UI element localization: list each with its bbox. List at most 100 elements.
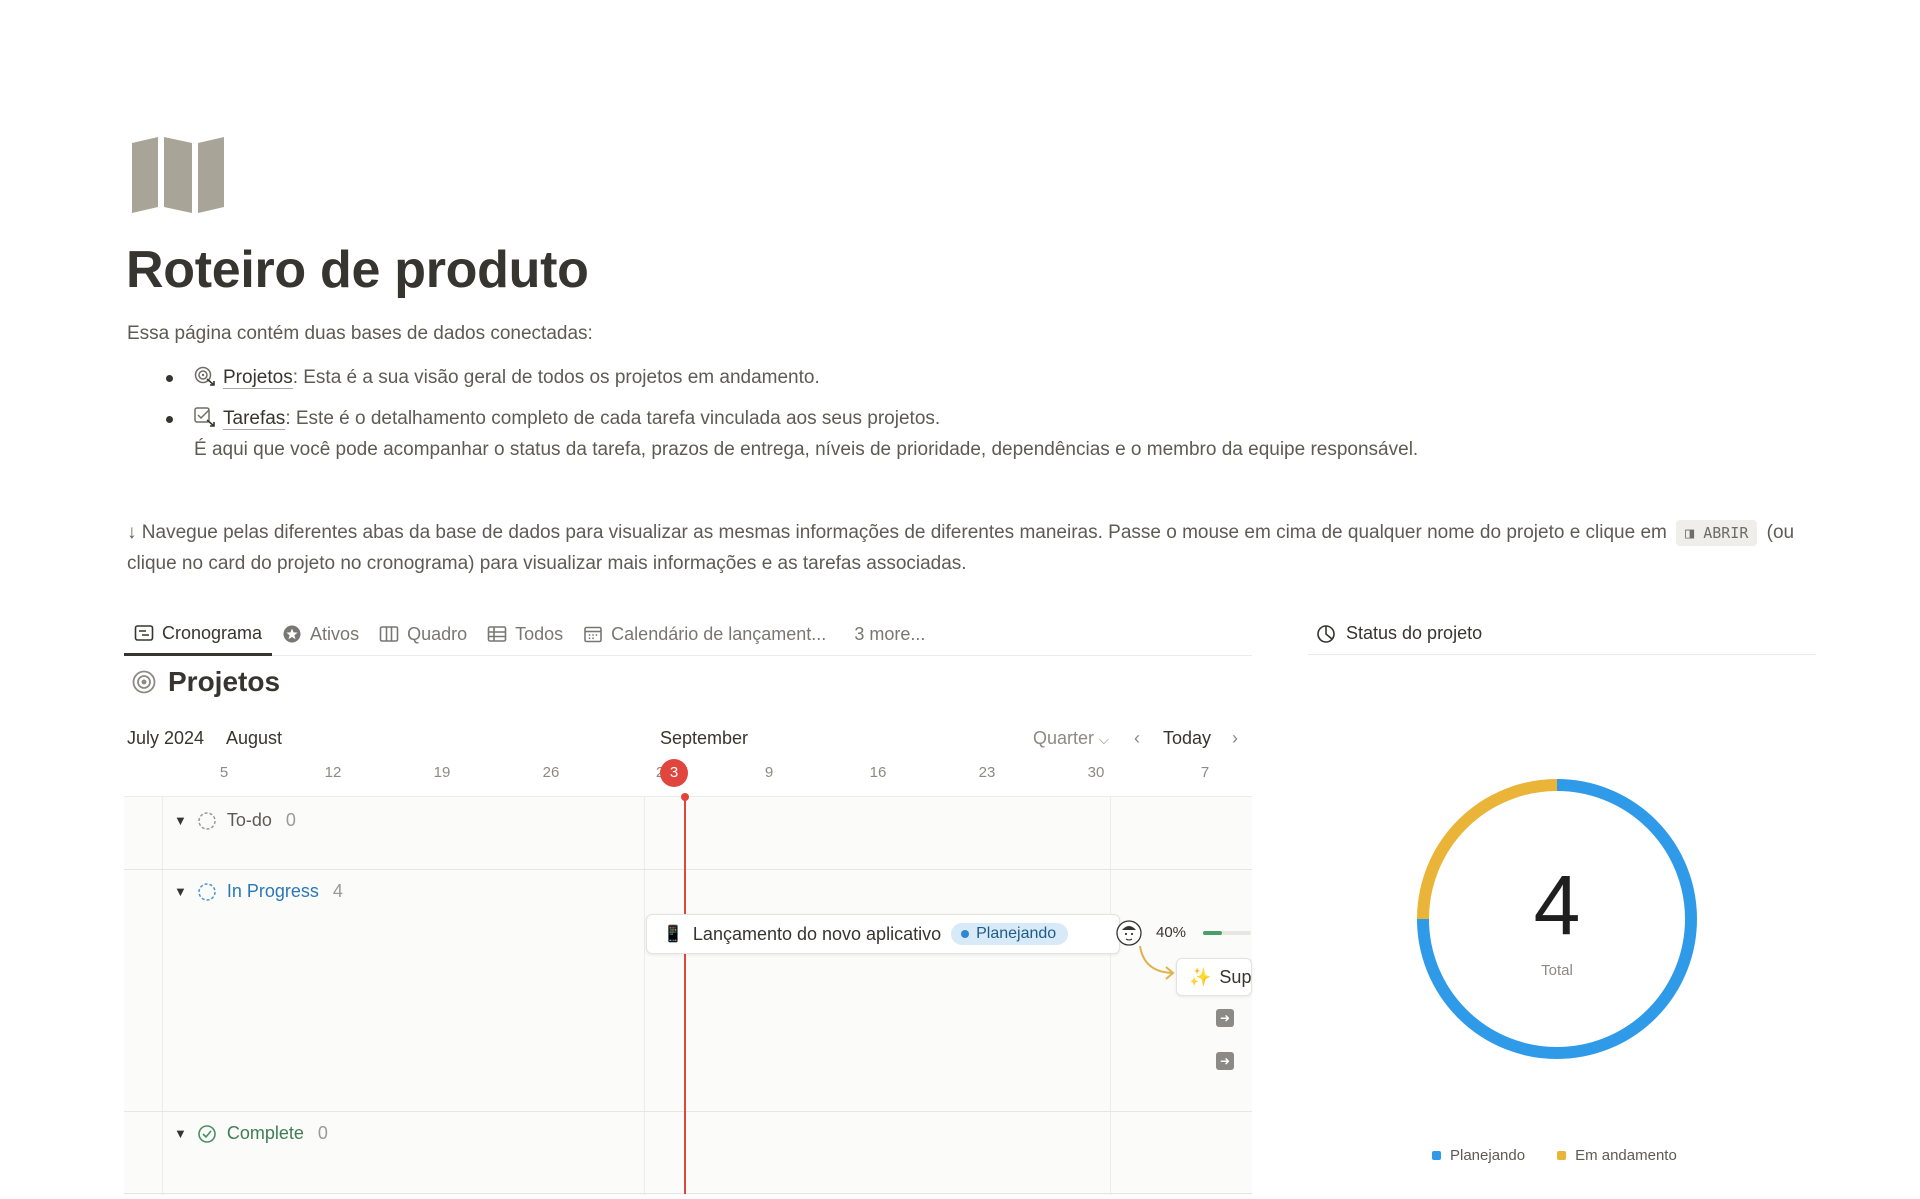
today-button[interactable]: Today xyxy=(1163,728,1211,749)
subtask-card[interactable]: ✨ Sup xyxy=(1176,958,1252,996)
chart-legend: Planejando Em andamento xyxy=(1432,1147,1677,1164)
chevron-down-icon: ⌵ xyxy=(1099,732,1109,747)
collapse-triangle-icon[interactable]: ▼ xyxy=(174,1126,187,1141)
project-name: Lançamento do novo aplicativo xyxy=(692,923,942,944)
day-label: 19 xyxy=(433,764,451,781)
legend-item-planejando: Planejando xyxy=(1432,1147,1525,1164)
tarefas-link[interactable]: Tarefas xyxy=(223,408,286,430)
star-icon xyxy=(283,625,301,643)
projetos-link[interactable]: Projetos xyxy=(223,367,293,389)
month-divider-line xyxy=(1110,797,1111,1195)
month-label-september: September xyxy=(660,728,749,748)
range-select[interactable]: Quarter ⌵ xyxy=(1033,728,1109,749)
avatar[interactable] xyxy=(1116,920,1142,946)
group-name: Complete xyxy=(226,1123,304,1143)
page-title: Roteiro de produto xyxy=(126,241,589,299)
prev-arrow-icon[interactable]: ‹ xyxy=(1134,728,1140,749)
intro-text: Essa página contém duas bases de dados c… xyxy=(127,323,593,344)
month-label-july: July 2024 xyxy=(127,728,205,748)
status-circle-icon xyxy=(198,811,216,830)
day-label: 7 xyxy=(1200,764,1210,781)
group-in-progress[interactable]: ▼ In Progress 4 xyxy=(174,881,343,902)
today-line xyxy=(684,796,686,1194)
legend-swatch xyxy=(1432,1151,1441,1160)
tab-label: Calendário de lançament... xyxy=(611,623,827,644)
arrow-right-icon[interactable]: ➜ xyxy=(1216,1009,1234,1027)
next-arrow-icon[interactable]: › xyxy=(1232,728,1238,749)
day-label: 23 xyxy=(978,764,996,781)
row-gutter-line xyxy=(162,797,163,1195)
timeline-icon xyxy=(134,625,154,641)
tarefas-details: É aqui que você pode acompanhar o status… xyxy=(194,439,1419,460)
phone-icon: 📱 xyxy=(663,926,683,943)
bullet-list: Projetos: Esta é a sua visão geral de to… xyxy=(166,362,1726,475)
tab-quadro[interactable]: Quadro xyxy=(369,613,477,655)
tab-more[interactable]: 3 more... xyxy=(844,613,935,655)
group-complete[interactable]: ▼ Complete 0 xyxy=(174,1123,328,1144)
open-button-code: ◨ ABRIR xyxy=(1676,520,1758,546)
legend-label: Planejando xyxy=(1450,1147,1526,1164)
progress-bar xyxy=(1203,931,1251,935)
month-label-august: August xyxy=(226,728,283,748)
day-label: 26 xyxy=(542,764,560,781)
check-circle-icon xyxy=(198,1124,216,1143)
open-code-label: ABRIR xyxy=(1703,524,1749,542)
calendar-icon xyxy=(584,626,602,643)
group-count: 0 xyxy=(285,810,296,830)
collapse-triangle-icon[interactable]: ▼ xyxy=(174,813,187,828)
tab-label: Ativos xyxy=(310,623,360,644)
target-link-icon xyxy=(194,366,215,386)
chart-total-label: Total xyxy=(1541,962,1573,979)
donut-chart: 4 Total xyxy=(1417,779,1697,1059)
progress-bar-fill xyxy=(1203,931,1223,935)
group-todo[interactable]: ▼ To-do 0 xyxy=(174,810,296,831)
legend-item-em-andamento: Em andamento xyxy=(1557,1147,1677,1164)
status-chart-header: Status do projeto xyxy=(1308,613,1816,655)
tab-calendario[interactable]: Calendário de lançament... xyxy=(573,613,836,655)
tab-label: Quadro xyxy=(407,623,468,644)
tab-cronograma[interactable]: Cronograma xyxy=(124,613,273,656)
map-icon xyxy=(132,137,224,213)
group-name: To-do xyxy=(226,810,272,830)
database-title: Projetos xyxy=(132,666,280,698)
subtask-label: Sup xyxy=(1219,966,1252,987)
status-dot xyxy=(961,930,970,938)
chart-total-value: 4 xyxy=(1534,858,1581,952)
month-divider-line xyxy=(644,797,645,1195)
group-divider xyxy=(124,1193,1252,1194)
table-icon xyxy=(487,626,507,642)
progress-percent: 40% xyxy=(1156,924,1187,941)
arrow-right-icon[interactable]: ➜ xyxy=(1216,1052,1234,1070)
group-divider xyxy=(124,869,1252,870)
tarefas-description: : Este é o detalhamento completo de cada… xyxy=(285,408,941,429)
bullet-projetos: Projetos: Esta é a sua visão geral de to… xyxy=(166,362,1726,393)
board-icon xyxy=(379,626,399,642)
tab-ativos[interactable]: Ativos xyxy=(272,613,369,655)
sparkles-icon: ✨ xyxy=(1189,966,1212,987)
collapse-triangle-icon[interactable]: ▼ xyxy=(174,884,187,899)
navigation-hint: ↓ Navegue pelas diferentes abas da base … xyxy=(127,517,1827,579)
bullet-dot xyxy=(166,416,173,423)
group-divider xyxy=(124,1111,1252,1112)
day-label: 5 xyxy=(219,764,229,781)
checkbox-link-icon xyxy=(194,407,215,427)
day-label: 30 xyxy=(1087,764,1105,781)
tab-label: Todos xyxy=(515,623,564,644)
status-chart-title: Status do projeto xyxy=(1346,623,1483,643)
legend-label: Em andamento xyxy=(1575,1147,1677,1164)
open-square-icon: ◨ xyxy=(1685,524,1704,542)
tab-label: 3 more... xyxy=(854,623,926,644)
target-icon xyxy=(132,670,156,694)
status-label: Planejando xyxy=(976,925,1057,942)
group-name: In Progress xyxy=(226,881,319,901)
bullet-tarefas: Tarefas: Este é o detalhamento completo … xyxy=(166,403,1726,465)
project-card[interactable]: 📱 Lançamento do novo aplicativo Planejan… xyxy=(646,914,1120,954)
legend-swatch xyxy=(1557,1151,1567,1160)
today-marker: 3 xyxy=(660,759,688,787)
navigation-hint-start: ↓ Navegue pelas diferentes abas da base … xyxy=(127,522,1667,543)
today-line-dot xyxy=(681,793,689,801)
status-badge: Planejando xyxy=(951,923,1069,945)
tab-todos[interactable]: Todos xyxy=(477,613,573,655)
bullet-dot xyxy=(166,375,173,382)
group-count: 4 xyxy=(332,881,343,901)
